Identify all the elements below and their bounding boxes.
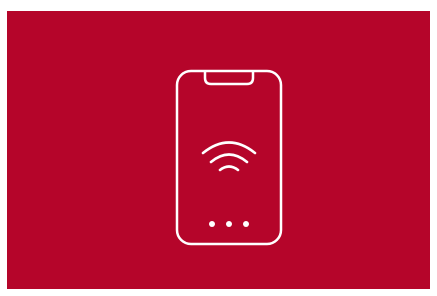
phone-outline — [175, 69, 283, 246]
wifi-arc-middle — [209, 153, 249, 164]
dot-3 — [243, 221, 249, 227]
icon-panel — [7, 11, 430, 289]
dot-2 — [226, 221, 232, 227]
smartphone-icon — [175, 69, 283, 246]
more-dots-icon — [209, 221, 249, 227]
phone-notch — [203, 71, 255, 86]
dot-1 — [209, 221, 215, 227]
wifi-arc-inner — [218, 165, 240, 172]
wifi-signal-icon — [201, 141, 257, 172]
wifi-arc-outer — [201, 141, 257, 155]
